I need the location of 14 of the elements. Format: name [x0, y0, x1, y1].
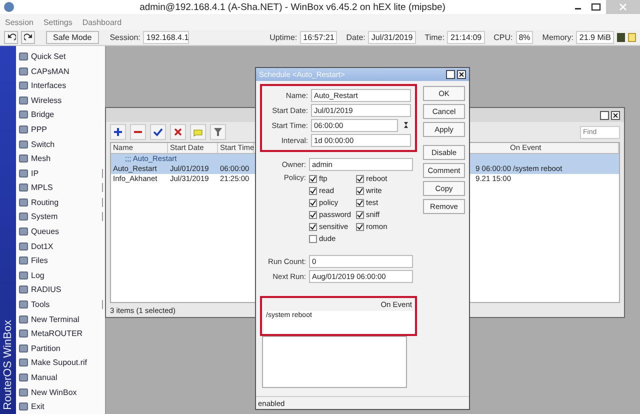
- stat-value: 8%: [516, 31, 534, 44]
- stat-label: Time:: [424, 33, 444, 42]
- session-label: Session:: [110, 33, 140, 42]
- stat-label: Date:: [346, 33, 366, 42]
- stat-value: 21.9 MiB: [576, 31, 614, 44]
- stat-label: Memory:: [542, 33, 574, 42]
- stat-label: Uptime:: [270, 33, 298, 42]
- window-title: admin@192.168.4.1 (A-Sha.NET) - WinBox v6.45.2 on hEX lite (mipsbe): [138, 2, 446, 12]
- stat-value: 21:14:09: [447, 31, 485, 44]
- brand-label: RouterOS WinBox: [2, 320, 14, 410]
- session-field: 192.168.4.1: [143, 31, 190, 44]
- stat-value: 16:57:21: [300, 31, 338, 44]
- stat-value: Jul/31/2019: [368, 31, 416, 44]
- stat-label: CPU:: [494, 33, 513, 42]
